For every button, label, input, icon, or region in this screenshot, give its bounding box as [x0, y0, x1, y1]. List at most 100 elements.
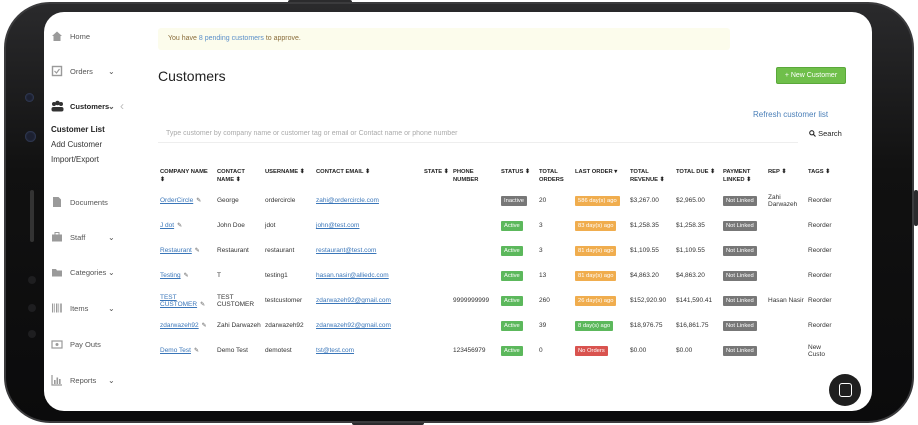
company-link[interactable]: J dot	[160, 222, 174, 229]
cell-company: Restaurant ✎	[158, 238, 215, 263]
edit-icon[interactable]: ✎	[196, 198, 201, 204]
email-link[interactable]: zahi@ordercircle.com	[316, 197, 379, 204]
cell-last-order: No Orders	[573, 338, 628, 363]
collapse-sidebar-icon[interactable]: ‹	[120, 99, 124, 113]
refresh-customer-list-link[interactable]: Refresh customer list	[753, 110, 828, 119]
company-link[interactable]: OrderCircle	[160, 197, 193, 204]
column-header-last-order[interactable]: LAST ORDER ▾	[573, 164, 628, 188]
sidebar-item-orders[interactable]: Orders ⌄	[51, 65, 115, 77]
last-order-badge: 83 day(s) ago	[575, 220, 617, 231]
chat-icon[interactable]	[829, 374, 861, 406]
sidebar-item-reports[interactable]: Reports ⌄	[51, 374, 115, 386]
cell-payment-linked: Not Linked	[721, 338, 766, 363]
last-order-badge: 586 day(s) ago	[575, 195, 620, 206]
customers-icon	[51, 100, 64, 112]
cell-total-orders: 3	[539, 247, 543, 254]
cell-total-due: $0.00	[676, 347, 693, 354]
company-link[interactable]: Testing	[160, 272, 181, 279]
column-header-status[interactable]: STATUS ⬍	[499, 164, 537, 188]
edit-icon[interactable]: ✎	[177, 223, 182, 229]
sidebar-sub-import-export[interactable]: Import/Export	[51, 155, 99, 164]
email-link[interactable]: john@test.com	[316, 222, 359, 229]
sensor-dot	[28, 330, 36, 338]
cell-payment-linked: Not Linked	[721, 288, 766, 313]
company-link[interactable]: Demo Test	[160, 347, 191, 354]
email-link[interactable]: hasan.nasir@alliedc.com	[316, 272, 389, 279]
column-header-rep[interactable]: REP ⬍	[766, 164, 806, 188]
cell-contact: T	[217, 272, 221, 279]
cell-total-revenue: $3,267.00	[630, 197, 659, 204]
sidebar: Home Orders ⌄ Customers ⌄ ‹ Customer Lis…	[44, 12, 144, 411]
column-header-company[interactable]: COMPANY NAME ⬍	[158, 164, 215, 188]
cell-status: Active	[499, 263, 537, 288]
company-link[interactable]: Restaurant	[160, 247, 192, 254]
cell-username: restaurant	[265, 247, 295, 254]
cell-email: tst@test.com	[314, 338, 422, 363]
cell-rep	[766, 263, 806, 288]
cell-tags: Reorder	[808, 297, 832, 304]
new-customer-button[interactable]: + New Customer	[776, 67, 846, 84]
sidebar-sub-customer-list[interactable]: Customer List	[51, 125, 105, 134]
edit-icon[interactable]: ✎	[194, 348, 199, 354]
pending-customers-link[interactable]: 8 pending customers	[199, 35, 264, 42]
chevron-down-icon: ⌄	[108, 101, 115, 111]
email-link[interactable]: restaurant@test.com	[316, 247, 376, 254]
column-header-contact[interactable]: CONTACT NAME ⬍	[215, 164, 263, 188]
cell-username: zdarwazeh92	[265, 322, 304, 329]
table-row: Restaurant ✎ Restaurant restaurant restauran…	[158, 238, 836, 263]
sidebar-item-documents[interactable]: Documents	[51, 196, 108, 208]
cell-company: TEST CUSTOMER ✎	[158, 288, 215, 313]
customer-search-input[interactable]	[158, 125, 798, 143]
cell-company: zdarwazeh92 ✎	[158, 313, 215, 338]
cell-contact: Zahi Darwazeh	[217, 322, 261, 329]
cell-tags: Reorder	[808, 247, 832, 254]
cell-tags: Reorder	[808, 197, 832, 204]
cell-phone	[451, 238, 499, 263]
column-header-state[interactable]: STATE ⬍	[422, 164, 451, 188]
search-icon	[809, 130, 816, 137]
orders-icon	[51, 65, 63, 77]
cell-total-due: $2,965.00	[676, 197, 705, 204]
status-badge: Active	[501, 220, 523, 231]
cell-status: Active	[499, 313, 537, 338]
sidebar-item-items[interactable]: Items ⌄	[51, 302, 115, 314]
cell-state	[422, 263, 451, 288]
column-header-total-revenue[interactable]: TOTAL REVENUE ⬍	[628, 164, 674, 188]
payment-linked-badge: Not Linked	[723, 345, 757, 356]
sensor-dot	[28, 304, 36, 312]
column-header-total-due[interactable]: TOTAL DUE ⬍	[674, 164, 721, 188]
sidebar-sub-add-customer[interactable]: Add Customer	[51, 140, 102, 149]
edit-icon[interactable]: ✎	[202, 323, 207, 329]
edit-icon[interactable]: ✎	[184, 273, 189, 279]
status-badge: Active	[501, 320, 523, 331]
status-badge: Active	[501, 245, 523, 256]
search-button[interactable]: Search	[809, 129, 842, 138]
column-header-email[interactable]: CONTACT EMAIL ⬍	[314, 164, 422, 188]
cell-state	[422, 338, 451, 363]
column-header-payment-linked[interactable]: PAYMENT LINKED ⬍	[721, 164, 766, 188]
cell-status: Active	[499, 288, 537, 313]
sidebar-item-categories[interactable]: Categories ⌄	[51, 266, 115, 278]
company-link[interactable]: zdarwazeh92	[160, 322, 199, 329]
sidebar-item-payouts[interactable]: Pay Outs	[51, 338, 101, 350]
column-header-username[interactable]: USERNAME ⬍	[263, 164, 314, 188]
status-badge: Active	[501, 270, 523, 281]
cell-total-revenue: $1,258.35	[630, 222, 659, 229]
column-header-phone: PHONE NUMBER	[453, 169, 479, 183]
cell-last-order: 8 day(s) ago	[573, 313, 628, 338]
cell-state	[422, 238, 451, 263]
edit-icon[interactable]: ✎	[195, 248, 200, 254]
sidebar-item-home[interactable]: Home	[51, 30, 90, 42]
edit-icon[interactable]: ✎	[200, 302, 205, 308]
email-link[interactable]: zdarwazeh92@gmail.com	[316, 322, 391, 329]
column-header-tags[interactable]: TAGS ⬍	[806, 164, 836, 188]
cell-username: testcustomer	[265, 297, 303, 304]
email-link[interactable]: zdarwazeh92@gmail.com	[316, 297, 391, 304]
cell-contact: Restaurant	[217, 247, 249, 254]
sidebar-item-staff[interactable]: Staff ⌄	[51, 231, 115, 243]
cell-payment-linked: Not Linked	[721, 313, 766, 338]
company-link[interactable]: TEST CUSTOMER	[160, 294, 197, 308]
email-link[interactable]: tst@test.com	[316, 347, 354, 354]
cell-rep	[766, 213, 806, 238]
sidebar-item-customers[interactable]: Customers ⌄	[51, 100, 115, 112]
